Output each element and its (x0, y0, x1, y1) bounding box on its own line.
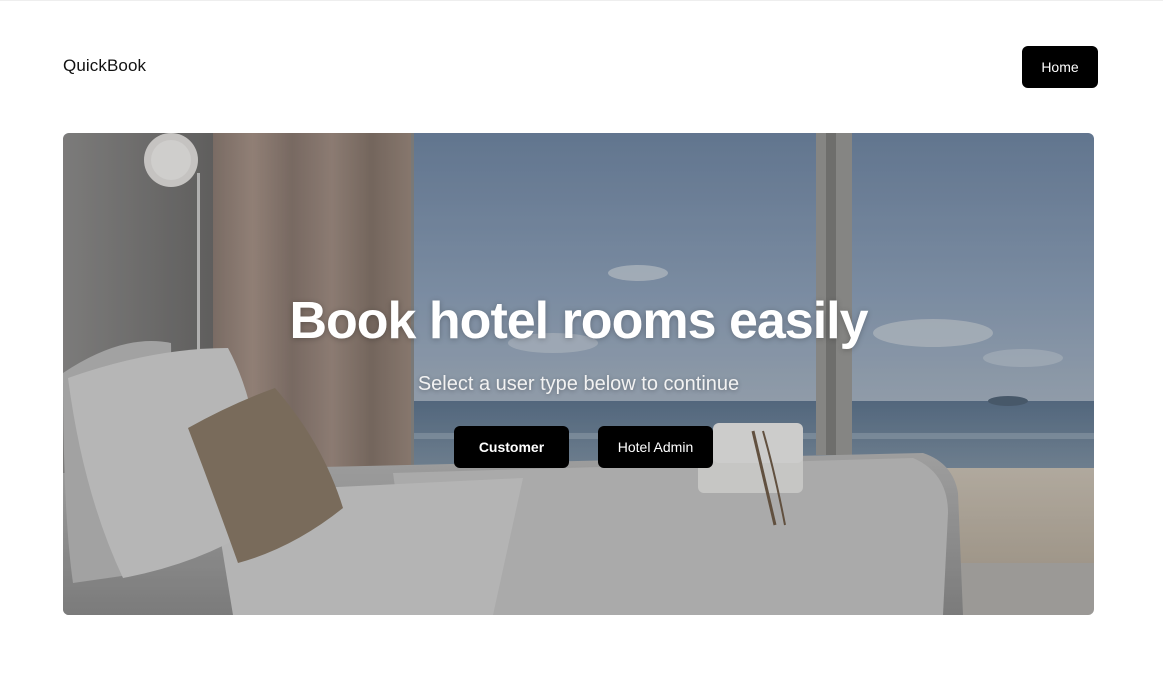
user-type-buttons: Customer Hotel Admin (63, 426, 1094, 468)
home-button[interactable]: Home (1022, 46, 1098, 88)
hero-subtitle: Select a user type below to continue (417, 373, 740, 395)
site-header: QuickBook Home (0, 0, 1163, 120)
hotel-admin-button[interactable]: Hotel Admin (598, 426, 713, 468)
hero-title: Book hotel rooms easily (289, 292, 868, 350)
brand-logo-text[interactable]: QuickBook (63, 56, 146, 76)
hero-banner: Book hotel rooms easily Select a user ty… (63, 133, 1094, 615)
customer-button[interactable]: Customer (454, 426, 569, 468)
